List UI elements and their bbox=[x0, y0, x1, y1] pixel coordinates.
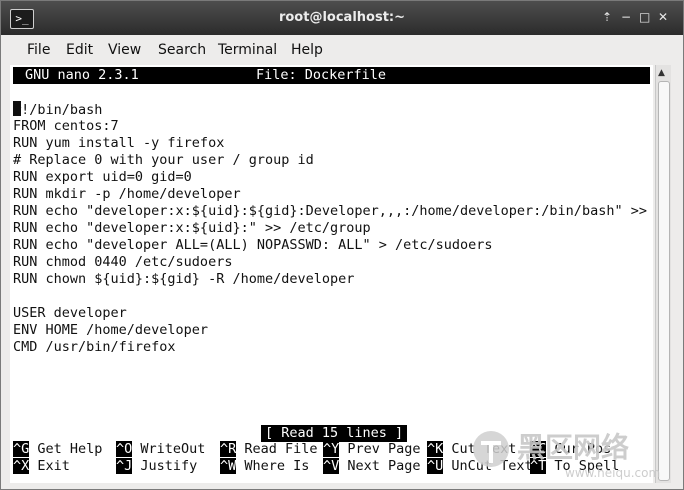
shortcut-label: Get Help bbox=[29, 441, 103, 457]
shortcut-read-file: ^R Read File bbox=[220, 441, 318, 458]
menu-terminal[interactable]: Terminal bbox=[218, 42, 277, 58]
shortcut-key: ^R bbox=[220, 441, 237, 457]
file-line: RUN chown ${uid}:${gid} -R /home/develop… bbox=[13, 271, 355, 287]
menu-view[interactable]: View bbox=[108, 42, 141, 58]
shortcut-exit: ^X Exit bbox=[13, 458, 70, 475]
shortcut-key: ^U bbox=[427, 458, 444, 474]
close-button[interactable]: ✕ bbox=[658, 10, 668, 24]
file-line: #!/bin/bash bbox=[13, 101, 103, 118]
file-line: RUN echo "developer:x:${uid}:${gid}:Deve… bbox=[13, 203, 664, 219]
shortcut-label: Next Page bbox=[339, 458, 421, 474]
shortcut-key: ^O bbox=[116, 441, 133, 457]
shortcut-get-help: ^G Get Help bbox=[13, 441, 102, 458]
shortcut-key: ^K bbox=[427, 441, 444, 457]
shortcut-key: ^W bbox=[220, 458, 237, 474]
menu-help[interactable]: Help bbox=[291, 42, 323, 58]
title-bar[interactable]: >_ root@localhost:~ ⇡ − □ ✕ bbox=[1, 1, 683, 35]
shortcut-where-is: ^W Where Is bbox=[220, 458, 309, 475]
file-line: RUN yum install -y firefox bbox=[13, 135, 225, 151]
shortcut-key: ^G bbox=[13, 441, 30, 457]
file-line: RUN export uid=0 gid=0 bbox=[13, 169, 192, 185]
menu-edit[interactable]: Edit bbox=[66, 42, 93, 58]
file-line: RUN echo "developer:x:${uid}:" >> /etc/g… bbox=[13, 220, 371, 236]
shortcut-key: ^J bbox=[116, 458, 133, 474]
shortcut-label: Where Is bbox=[236, 458, 310, 474]
shortcut-prev-page: ^Y Prev Page bbox=[323, 441, 421, 458]
scroll-up-arrow-icon[interactable]: ▲ bbox=[658, 68, 665, 78]
shortcut-next-page: ^V Next Page bbox=[323, 458, 421, 475]
nano-status-message: [ Read 15 lines ] bbox=[261, 425, 408, 442]
shortcut-label: Justify bbox=[132, 458, 198, 474]
file-line: ENV HOME /home/developer bbox=[13, 322, 209, 338]
window-title: root@localhost:~ bbox=[278, 10, 406, 25]
nano-header: GNU nano 2.3.1 File: Dockerfile bbox=[13, 67, 650, 84]
maximize-arrow-icon[interactable]: ⇡ bbox=[602, 10, 612, 24]
shortcut-label: Prev Page bbox=[339, 441, 421, 457]
shortcut-key: ^Y bbox=[323, 441, 340, 457]
menu-bar: File Edit View Search Terminal Help bbox=[1, 35, 683, 65]
nano-version: GNU nano 2.3.1 bbox=[25, 67, 139, 83]
minimize-button[interactable]: − bbox=[621, 10, 631, 24]
watermark-logo: 黑区网络 www.heiqu.com bbox=[473, 431, 660, 480]
shortcut-key: ^V bbox=[323, 458, 340, 474]
menu-file[interactable]: File bbox=[27, 42, 50, 58]
shortcut-writeout: ^O WriteOut bbox=[116, 441, 205, 458]
shortcut-justify: ^J Justify bbox=[116, 458, 197, 475]
nano-filename: File: Dockerfile bbox=[256, 67, 387, 83]
file-line: USER developer bbox=[13, 305, 127, 321]
file-line: CMD /usr/bin/firefox bbox=[13, 339, 176, 355]
file-line: FROM centos:7 bbox=[13, 118, 119, 134]
file-line: RUN mkdir -p /home/developer bbox=[13, 186, 241, 202]
restore-button[interactable]: □ bbox=[639, 10, 650, 24]
file-line: RUN echo "developer ALL=(ALL) NOPASSWD: … bbox=[13, 237, 493, 253]
svg-text:www.heiqu.com: www.heiqu.com bbox=[565, 466, 660, 480]
shortcut-label: WriteOut bbox=[132, 441, 206, 457]
shortcut-label: Read File bbox=[236, 441, 318, 457]
svg-text:黑区网络: 黑区网络 bbox=[517, 431, 629, 464]
shortcut-label: Exit bbox=[29, 458, 70, 474]
shortcut-key: ^X bbox=[13, 458, 30, 474]
file-line: RUN chmod 0440 /etc/sudoers bbox=[13, 254, 233, 270]
menu-search[interactable]: Search bbox=[158, 42, 206, 58]
terminal-window: >_ root@localhost:~ ⇡ − □ ✕ File Edit Vi… bbox=[0, 0, 684, 490]
file-line: # Replace 0 with your user / group id bbox=[13, 152, 314, 168]
